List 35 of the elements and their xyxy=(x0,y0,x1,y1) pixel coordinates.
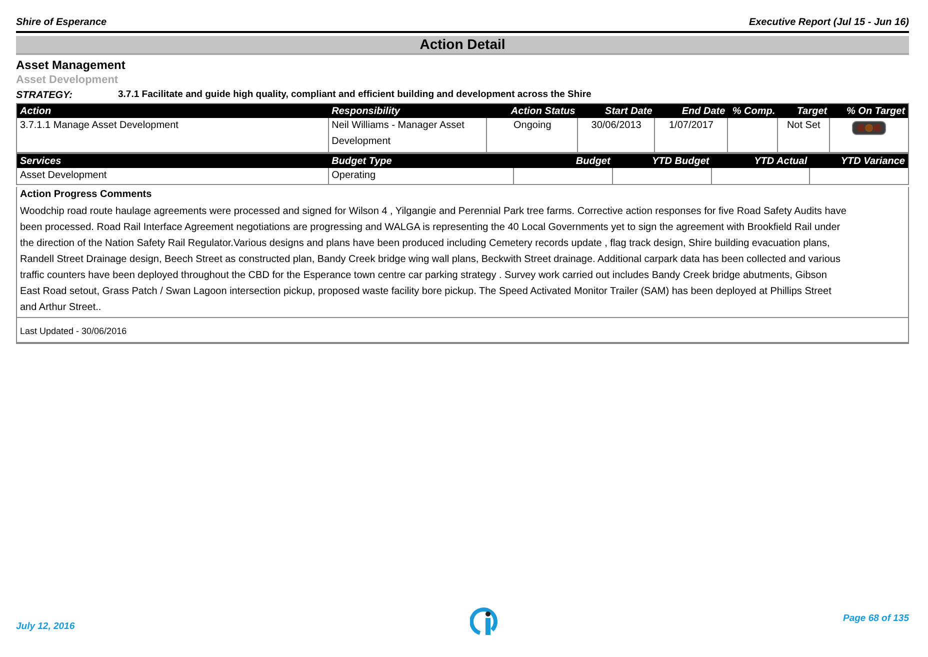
column-header: End Date xyxy=(680,104,726,118)
column-header: Responsibility xyxy=(330,104,402,118)
column-header: Action xyxy=(19,104,52,118)
column-header: Budget Type xyxy=(330,154,393,168)
column-header: YTD Variance xyxy=(840,154,906,168)
table-cell: Ongoing xyxy=(514,120,552,131)
column-header: Action Status xyxy=(510,104,576,118)
column-header: % Comp. xyxy=(731,104,776,118)
page-number: Page 68 of 135 xyxy=(842,612,909,626)
organisation-name: Shire of Esperance xyxy=(16,16,107,30)
report-title: Executive Report (Jul 15 - Jun 16) xyxy=(748,16,909,30)
table-cell: Asset Development xyxy=(20,170,107,181)
comments-text: Woodchip road route haulage agreements were processed and signed for Wilson 4 , Yilgangie and Perennial Park tree farms. Corrective action responses for five Road Safety Audits have been processed. Road Rail Interface Agreement negotiations are progressing and WALGA is representing the 40 Local Governments yet to sign the agreement with Brookfield Rail under the direction of the Nation Safety Rail Regulator.Various designs and plans have been produced including Cemetery records update , flag track design, Shire building evacuation plans, Randell Street Drainage design, Beech Street as constructed plan, Bandy Creek bridge wing wall plans, Beckwith Street drainage. Additional carpark data has been collected and various traffic counters have been deployed throughout the CBD for the Esperance town centre car parking strategy . Survey work carried out includes Bandy Creek bridge abutments, Gibson East Road setout, Grass Patch / Swan Lagoon intersection pickup, proposed waste facility bore pickup. The Speed Activated Monitor Trailer (SAM) has been deployed at Phillips Street and Arthur Street.. xyxy=(20,205,848,315)
column-header: Services xyxy=(19,154,62,168)
column-header: Target xyxy=(796,104,828,118)
table-cell: 1/07/2017 xyxy=(668,120,714,131)
table-cell: Neil Williams - Manager Asset Development xyxy=(332,120,464,147)
column-header: YTD Budget xyxy=(651,154,710,168)
strategy-text: 3.7.1 Facilitate and guide high quality, compliant and efficient building and development across the Shire xyxy=(118,88,592,102)
page-title: Action Detail xyxy=(420,35,506,54)
column-header: YTD Actual xyxy=(753,154,808,168)
traffic-light-icon xyxy=(852,121,886,135)
column-header: % On Target xyxy=(846,104,906,118)
column-header: Budget xyxy=(574,154,612,168)
table-cell: 30/06/2013 xyxy=(591,120,642,131)
subsection-heading: Asset Development xyxy=(16,73,120,88)
table-cell: Operating xyxy=(332,170,376,181)
last-updated: Last Updated - 30/06/2016 xyxy=(20,326,127,336)
section-heading: Asset Management xyxy=(16,57,126,73)
report-date: July 12, 2016 xyxy=(16,620,75,634)
table-cell: Not Set xyxy=(786,120,820,131)
comments-heading: Action Progress Comments xyxy=(20,188,153,202)
strategy-label: STRATEGY: xyxy=(16,88,74,102)
table-cell: 3.7.1.1 Manage Asset Development xyxy=(20,120,178,131)
column-header: Start Date xyxy=(604,104,654,118)
